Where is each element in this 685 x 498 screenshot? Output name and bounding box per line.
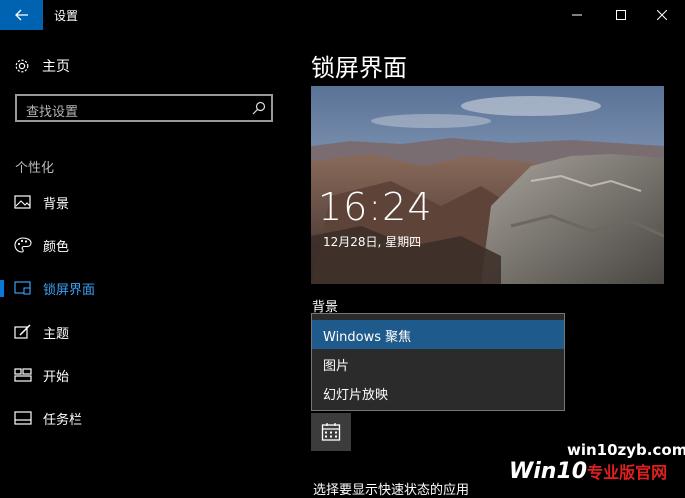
calendar-icon bbox=[321, 423, 341, 441]
home-label: 主页 bbox=[42, 59, 70, 75]
sidebar-item-label: 主题 bbox=[43, 327, 70, 342]
quick-status-label: 选择要显示快速状态的应用 bbox=[313, 483, 470, 498]
watermark-site: win10zyb.com bbox=[567, 441, 685, 459]
maximize-icon bbox=[616, 10, 626, 20]
dropdown-option-spotlight[interactable]: Windows 聚焦 bbox=[312, 320, 564, 349]
start-icon bbox=[14, 368, 32, 382]
theme-icon bbox=[14, 324, 31, 339]
back-arrow-icon bbox=[14, 9, 28, 21]
close-button[interactable] bbox=[639, 0, 685, 30]
maximize-button[interactable] bbox=[598, 0, 644, 30]
watermark-logo-sub: 专业版官网 bbox=[587, 463, 668, 482]
sidebar-item-label: 开始 bbox=[43, 370, 70, 385]
calendar-app-button[interactable] bbox=[311, 413, 351, 451]
minimize-icon bbox=[572, 14, 582, 16]
gear-icon bbox=[15, 59, 29, 73]
sidebar-item-lockscreen[interactable]: 锁屏界面 bbox=[0, 270, 290, 306]
search-input[interactable]: 查找设置 bbox=[15, 94, 273, 122]
picture-icon bbox=[14, 195, 31, 209]
taskbar-icon bbox=[14, 411, 32, 425]
palette-icon bbox=[14, 237, 32, 253]
section-title: 个性化 bbox=[15, 161, 55, 176]
lockscreen-date: 12月28日, 星期四 bbox=[323, 235, 422, 249]
sidebar-item-background[interactable]: 背景 bbox=[0, 184, 290, 220]
sidebar-item-colors[interactable]: 颜色 bbox=[0, 227, 290, 263]
option-label: Windows 聚焦 bbox=[323, 330, 412, 345]
lockscreen-icon bbox=[14, 281, 31, 295]
minimize-button[interactable] bbox=[554, 0, 600, 30]
sidebar: 主页 查找设置 个性化 背景 颜色 锁屏界面 主题 开始 任务栏 bbox=[0, 30, 290, 491]
search-icon bbox=[252, 101, 266, 115]
close-icon bbox=[657, 10, 667, 20]
option-label: 幻灯片放映 bbox=[323, 388, 389, 403]
watermark-logo: Win10专业版官网 bbox=[509, 459, 667, 484]
title-bar: 设置 bbox=[0, 0, 685, 30]
sidebar-item-label: 任务栏 bbox=[43, 413, 83, 428]
active-indicator bbox=[0, 280, 4, 297]
home-link[interactable]: 主页 bbox=[14, 56, 70, 76]
search-placeholder: 查找设置 bbox=[26, 105, 79, 120]
sidebar-item-start[interactable]: 开始 bbox=[0, 357, 290, 393]
dropdown-option-picture[interactable]: 图片 bbox=[312, 349, 564, 378]
sidebar-item-taskbar[interactable]: 任务栏 bbox=[0, 400, 290, 436]
sidebar-item-label: 背景 bbox=[43, 197, 70, 212]
sidebar-item-label: 锁屏界面 bbox=[43, 283, 96, 298]
page-title: 锁屏界面 bbox=[311, 54, 407, 82]
background-dropdown[interactable]: Windows 聚焦 图片 幻灯片放映 bbox=[311, 313, 565, 411]
watermark-logo-text: Win10 bbox=[509, 459, 588, 484]
dropdown-option-slideshow[interactable]: 幻灯片放映 bbox=[312, 378, 564, 407]
app-title: 设置 bbox=[54, 9, 79, 23]
back-button[interactable] bbox=[0, 0, 43, 30]
sidebar-item-themes[interactable]: 主题 bbox=[0, 314, 290, 350]
lockscreen-time: 16:24 bbox=[318, 185, 433, 229]
option-label: 图片 bbox=[323, 359, 350, 374]
sidebar-item-label: 颜色 bbox=[43, 240, 70, 255]
